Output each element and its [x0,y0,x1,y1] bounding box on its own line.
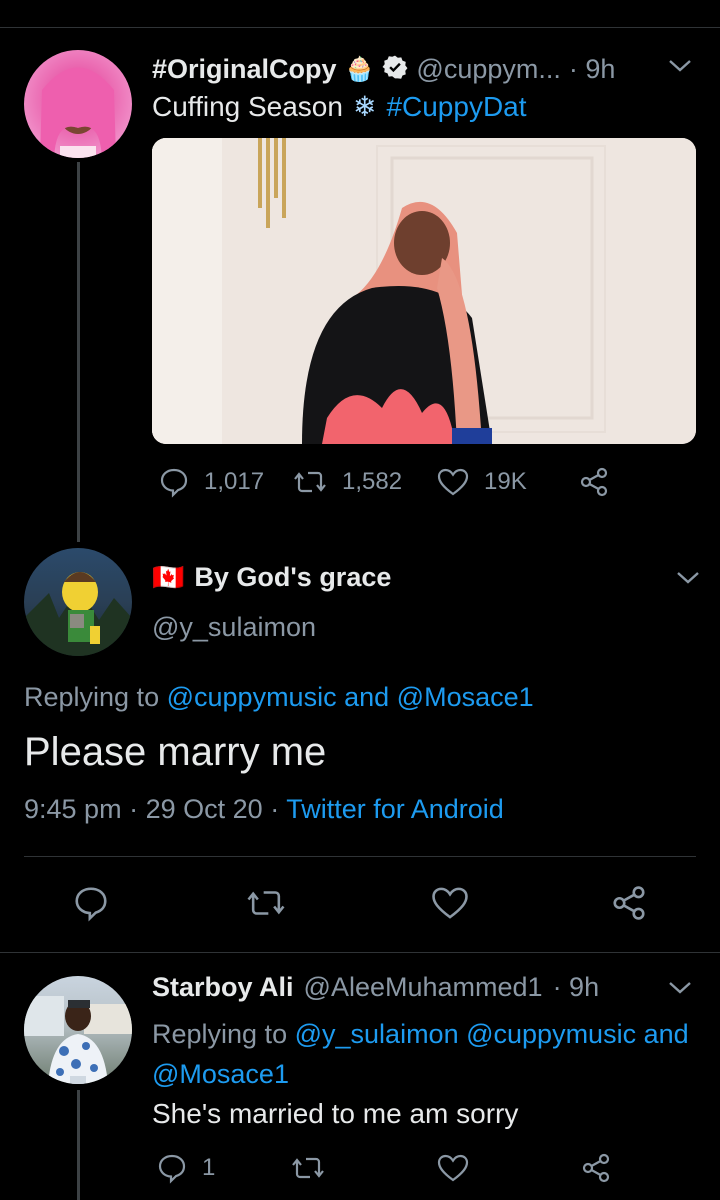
speech-bubble-icon [72,887,110,926]
main-replying-prefix: Replying to [24,682,160,712]
heart-icon [436,1154,470,1188]
thread-line [77,162,80,542]
heart-icon [430,887,470,926]
main-replying-user1[interactable]: @cuppymusic [167,682,337,712]
reply-replying-user2[interactable]: @cuppymusic [466,1019,636,1049]
reply-replying-and: and [643,1019,689,1049]
main-date: 29 Oct 20 [145,794,263,824]
tweet1-name[interactable]: #OriginalCopy [152,54,337,85]
tweet1-photo[interactable] [152,138,696,444]
reply-retweet-button[interactable] [290,1152,326,1189]
main-sep2: · [270,794,280,824]
reply-like-button[interactable] [436,1152,470,1189]
retweet-icon [290,1157,326,1188]
tweet1-actions: 1,017 1,582 19K [158,466,658,506]
reply-time: · 9h [552,972,600,1002]
avatar-starboy-ali[interactable] [24,976,132,1084]
reply-replying-user1[interactable]: @y_sulaimon [295,1019,459,1049]
speech-bubble-icon [158,466,190,498]
main-name[interactable]: By God's grace [194,562,391,593]
main-reply-button[interactable] [72,884,110,927]
reply-name[interactable]: Starboy Ali [152,972,294,1003]
main-retweet-button[interactable] [245,884,287,927]
avatar-originalcopy[interactable] [24,50,132,158]
tweet1-retweet-count: 1,582 [342,468,403,495]
speech-bubble-icon [156,1152,188,1184]
main-source[interactable]: Twitter for Android [286,794,504,824]
tweet1-reply-count: 1,017 [204,468,265,495]
main-actions [0,884,720,924]
reply-header: Starboy Ali @AleeMuhammed1 · 9h [152,972,599,1003]
reply-actions: 1 [156,1152,676,1192]
main-share-button[interactable] [610,884,648,927]
avatar-y-sulaimon[interactable] [24,548,132,656]
reply-replying-prefix: Replying to [152,1019,288,1049]
heart-icon [436,466,470,498]
reply-text: She's married to me am sorry [152,1098,519,1129]
tweet1-hashtag[interactable]: #CuppyDat [386,91,526,123]
tweet1-retweet-button[interactable]: 1,582 [292,466,402,498]
main-sep1: · [129,794,139,824]
reply-handle[interactable]: @AleeMuhammed1 [304,972,543,1003]
tweet1-header: #OriginalCopy 🧁 @cuppym... · 9h [152,52,672,86]
divider [0,952,720,953]
retweet-icon [245,891,287,926]
main-tweet-text: Please marry me [24,730,327,774]
main-replying-and: and [344,682,390,712]
thread-line [77,1090,80,1200]
main-handle[interactable]: @y_sulaimon [152,612,316,643]
tweet1-like-button[interactable]: 19K [436,466,527,498]
chevron-down-icon[interactable] [666,978,694,1003]
share-icon [610,886,648,926]
reply-replying-user3[interactable]: @Mosace1 [152,1059,289,1089]
retweet-icon [292,466,328,498]
share-icon [578,466,610,498]
reply-reply-count: 1 [202,1154,216,1181]
main-meta: 9:45 pm · 29 Oct 20 · Twitter for Androi… [24,794,504,825]
tweet1-share-button[interactable] [578,466,610,498]
main-like-button[interactable] [430,884,470,927]
canada-flag-icon: 🇨🇦 [152,562,185,592]
reply-replying-to: Replying to @y_sulaimon @cuppymusic and … [152,1014,702,1094]
tweet1-reply-button[interactable]: 1,017 [158,466,264,498]
tweet1-handle[interactable]: @cuppym... [416,54,560,85]
snowflake-icon: ❄ [352,91,377,122]
tweet1-text: Cuffing Season ❄ #CuppyDat [152,90,527,123]
tweet1-time: · 9h [568,53,616,84]
verified-badge-icon [382,54,408,85]
main-time: 9:45 pm [24,794,122,824]
cupcake-icon: 🧁 [344,55,375,83]
reply-reply-button[interactable]: 1 [156,1152,215,1184]
tweet1-like-count: 19K [484,468,527,495]
main-replying-to: Replying to @cuppymusic and @Mosace1 [24,682,534,713]
main-name-row: 🇨🇦 By God's grace [152,562,391,593]
chevron-down-icon[interactable] [674,568,702,593]
top-divider [0,27,720,28]
tweet1-text-plain: Cuffing Season [152,90,343,122]
divider [24,856,696,857]
reply-share-button[interactable] [580,1152,612,1189]
main-replying-user2[interactable]: @Mosace1 [397,682,534,712]
chevron-down-icon[interactable] [666,56,694,81]
share-icon [580,1153,612,1188]
